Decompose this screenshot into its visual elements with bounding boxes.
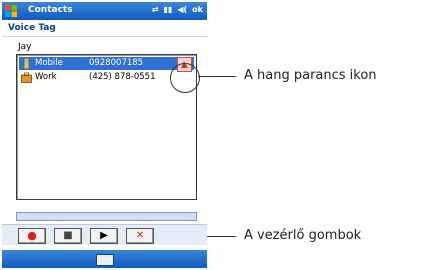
connectivity-icon[interactable]: ⇄ <box>152 5 159 14</box>
app-title: Contacts <box>28 5 73 15</box>
play-icon: ▶ <box>100 230 108 241</box>
play-button[interactable]: ▶ <box>90 228 118 244</box>
work-phone-icon <box>21 72 32 83</box>
status-area: ⇄ ▮▮ ◀︎( ok <box>152 5 203 14</box>
voice-command-callout-circle <box>170 63 200 93</box>
control-buttons-callout-label: A vezérlő gombok <box>244 228 362 243</box>
volume-icon[interactable]: ◀︎( <box>177 5 187 14</box>
stop-button[interactable]: ■ <box>54 228 82 244</box>
list-item[interactable]: Work (425) 878-0551 <box>19 71 194 84</box>
delete-icon: ✕ <box>135 230 145 241</box>
page-title: Voice Tag <box>8 23 56 33</box>
menu-bar <box>2 250 207 268</box>
control-buttons-callout-line <box>207 236 236 237</box>
title-bar: Contacts ⇄ ▮▮ ◀︎( ok <box>2 2 207 20</box>
contact-name: Jay <box>18 42 32 52</box>
list-item[interactable]: Mobile 0928007185 <box>19 57 194 72</box>
delete-button[interactable]: ✕ <box>126 228 154 244</box>
phone-label: Mobile <box>35 58 63 68</box>
control-bar: ● ■ ▶ ✕ <box>2 224 207 245</box>
pocket-pc-screen: Contacts ⇄ ▮▮ ◀︎( ok Voice Tag Jay Mobil… <box>2 2 207 268</box>
ok-button[interactable]: ok <box>192 5 203 14</box>
keyboard-icon[interactable] <box>96 254 114 266</box>
voice-command-callout-label: A hang parancs ikon <box>244 68 377 83</box>
record-icon: ● <box>27 229 37 242</box>
signal-icon[interactable]: ▮▮ <box>164 5 173 14</box>
voice-command-callout-line <box>198 76 236 77</box>
phone-number: 0928007185 <box>89 58 144 68</box>
windows-start-icon[interactable] <box>4 4 18 18</box>
phone-number: (425) 878-0551 <box>89 72 156 82</box>
phone-label: Work <box>35 72 57 82</box>
stop-icon: ■ <box>63 230 73 241</box>
recording-progress-bar <box>16 212 197 221</box>
page-header: Voice Tag <box>2 20 207 37</box>
record-button[interactable]: ● <box>18 228 46 244</box>
mobile-phone-icon <box>23 58 30 69</box>
